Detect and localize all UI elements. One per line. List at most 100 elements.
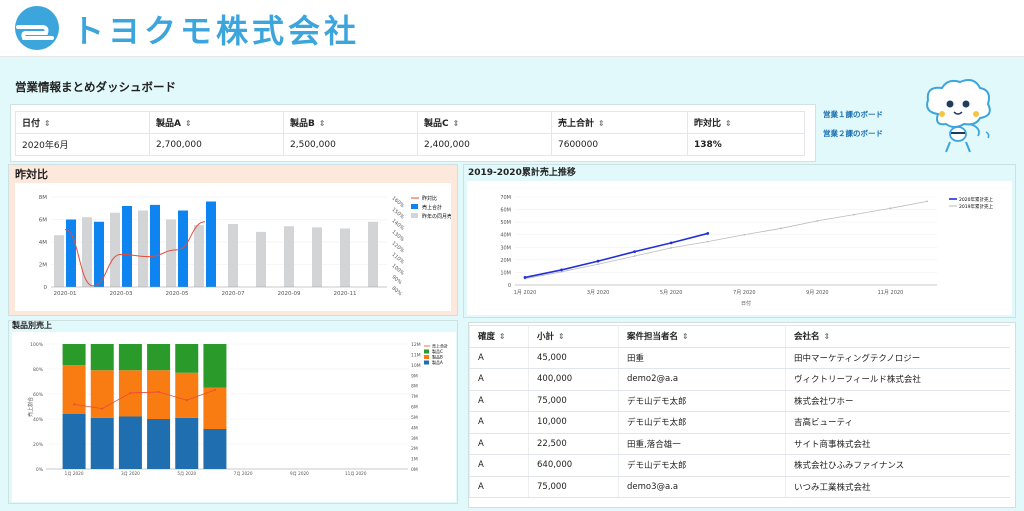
- y-tick-label: 80%: [33, 367, 44, 373]
- kpi-column-header[interactable]: 製品C ⇕: [417, 111, 552, 134]
- y-tick-label: 20%: [33, 442, 44, 448]
- bar-sales-total: [94, 221, 104, 287]
- bar-product-c: [90, 344, 114, 371]
- table-row[interactable]: A 400,000 demo2@a.a ヴィクトリーフィールド株式会社: [469, 368, 1010, 391]
- table-row[interactable]: A 22,500 田重,落合雄一 サイト商事株式会社: [469, 433, 1010, 455]
- product-chart: 0% 20% 40% 60% 80% 100% 0M 1M 2M 3M 4M 5M 6M 7M 8M 9M 10…: [27, 342, 448, 477]
- sort-icon: ⇕: [725, 119, 732, 128]
- point-2019: [633, 255, 636, 257]
- x-tick-label: 2020-11: [334, 291, 357, 297]
- legend-swatch-sales: [411, 204, 418, 209]
- point-2019: [597, 263, 599, 266]
- deals-column-header[interactable]: 確度 ⇕: [469, 325, 529, 348]
- sort-icon: ⇕: [558, 332, 565, 342]
- deals-column-header[interactable]: 会社名 ⇕: [785, 325, 1010, 348]
- y-tick-label: 30M: [500, 245, 511, 251]
- kpi-header-row: 日付 ⇕ 製品A ⇕ 製品B ⇕ 製品C ⇕ 売上合計 ⇕ 昨対比 ⇕: [15, 111, 805, 134]
- kpi-cell: 7600000: [551, 133, 688, 156]
- bar-product-c: [203, 344, 227, 388]
- legend-label: 製品B: [432, 354, 443, 360]
- bar-product-b: [175, 372, 199, 418]
- point-2019: [853, 213, 855, 216]
- y2-tick-label: 6M: [411, 405, 418, 411]
- sort-icon: ⇕: [184, 119, 192, 128]
- point-2019: [670, 247, 673, 249]
- mascot-icon: [926, 79, 991, 153]
- point-total: [101, 407, 104, 410]
- bar-prev-year: [54, 235, 64, 287]
- cumulative-chart: 0 10M 20M 30M 40M 50M 60M 70M 1月 2020 3月 2020 5月 2…: [500, 195, 993, 307]
- y2-tick-label: 10M: [411, 363, 421, 369]
- table-cell: 田中マーケティングテクノロジー: [785, 347, 1010, 369]
- table-cell: 400,000: [528, 368, 619, 391]
- bar-prev-year: [228, 224, 238, 287]
- y2-tick-label: 8M: [411, 384, 418, 390]
- table-cell: デモ山デモ太郎: [618, 390, 786, 412]
- bar-product-c: [118, 344, 142, 371]
- kpi-column-header[interactable]: 製品A ⇕: [149, 111, 284, 134]
- table-row[interactable]: A 45,000 田重 田中マーケティングテクノロジー: [469, 347, 1010, 369]
- y2-tick-label: 4M: [411, 425, 418, 431]
- deals-header-row: 確度 ⇕ 小計 ⇕ 案件担当者名 ⇕ 会社名 ⇕: [469, 325, 1010, 348]
- legend-label: 製品C: [432, 348, 443, 354]
- cumulative-panel: 0 10M 20M 30M 40M 50M 60M 70M 1月 2020 3月 2020 5月 2…: [463, 164, 1016, 318]
- page: { "header": {"company_name": "トヨクモ株式会社",…: [0, 0, 1024, 511]
- yoy-chart-area: 0 2M 4M 6M 8M 80% 90% 100% 110% 120% 130% 140% 150% 1…: [15, 183, 457, 311]
- x-tick-label: 3月 2020: [587, 290, 610, 296]
- y-tick-label: 60%: [33, 392, 44, 398]
- sort-icon: ⇕: [598, 119, 605, 128]
- table-row[interactable]: A 75,000 デモ山デモ太郎 株式会社ワホー: [469, 390, 1010, 412]
- legend-label: 製品A: [432, 359, 443, 365]
- x-tick-label: 2020-09: [278, 291, 301, 297]
- kpi-column-header[interactable]: 昨対比 ⇕: [687, 111, 805, 134]
- company-name: トヨクモ株式会社: [72, 12, 361, 50]
- bar-product-b: [203, 387, 227, 429]
- table-cell: demo2@a.a: [618, 368, 786, 391]
- x-tick-label: 11月 2020: [878, 290, 904, 296]
- yoy-panel: 0 2M 4M 6M 8M 80% 90% 100% 110% 120% 130% 140% 150% 1…: [8, 164, 458, 316]
- table-cell: デモ山デモ太郎: [618, 454, 786, 477]
- company-logo-icon: [15, 6, 59, 50]
- board-link-sales1[interactable]: 営業１課のボード: [823, 109, 883, 120]
- y-tick-label: 40%: [33, 417, 44, 423]
- product-panel: 0% 20% 40% 60% 80% 100% 0M 1M 2M 3M 4M 5M 6M 7M 8M 9M 10…: [8, 320, 458, 504]
- deals-column-header[interactable]: 小計 ⇕: [528, 325, 619, 348]
- point-total: [213, 388, 216, 391]
- point-2020: [669, 241, 673, 245]
- y2-tick-label: 0M: [411, 467, 418, 473]
- deals-column-header[interactable]: 案件担当者名 ⇕: [618, 325, 786, 348]
- bar-prev-year: [368, 221, 378, 287]
- x-tick-label: 2020-07: [222, 291, 245, 297]
- legend-swatch: [424, 360, 429, 365]
- y-tick-label: 70M: [500, 195, 511, 201]
- table-row[interactable]: A 640,000 デモ山デモ太郎 株式会社ひふみファイナンス: [469, 454, 1010, 477]
- legend-swatch: [424, 349, 429, 354]
- table-cell: 640,000: [528, 454, 619, 477]
- kpi-column-header[interactable]: 製品B ⇕: [283, 111, 418, 134]
- y2-tick-label: 80%: [390, 285, 403, 297]
- sort-icon: ⇕: [44, 119, 51, 128]
- kpi-table: 日付 ⇕ 製品A ⇕ 製品B ⇕ 製品C ⇕ 売上合計 ⇕ 昨対比 ⇕ 2020年6月 2,…: [15, 111, 805, 156]
- y-tick-label: 0: [508, 283, 511, 289]
- table-cell: A: [469, 390, 529, 412]
- y2-tick-label: 12M: [411, 342, 421, 348]
- kpi-row: 2020年6月 2,700,000 2,500,000 2,400,000 76…: [15, 133, 805, 156]
- table-cell: 株式会社ワホー: [785, 390, 1010, 412]
- x-tick-label: 5月 2020: [177, 471, 196, 477]
- point-2020: [560, 268, 563, 272]
- board-link-sales2[interactable]: 営業２課のボード: [823, 128, 883, 139]
- table-cell: デモ山デモ太郎: [618, 411, 786, 434]
- kpi-column-header[interactable]: 売上合計 ⇕: [551, 111, 688, 134]
- product-chart-area: 0% 20% 40% 60% 80% 100% 0M 1M 2M 3M 4M 5M 6M 7M 8M 9M 10…: [12, 332, 456, 502]
- y2-tick-label: 9M: [411, 373, 418, 379]
- bar-sales-total: [150, 204, 160, 287]
- legend-label: 2019年累計売上: [959, 203, 993, 210]
- kpi-column-header[interactable]: 日付 ⇕: [15, 111, 150, 134]
- table-row[interactable]: A 75,000 demo3@a.a いつみ工業株式会社: [469, 476, 1010, 498]
- bar-sales-total: [206, 201, 216, 287]
- y-tick-label: 50M: [500, 220, 511, 226]
- kpi-cell: 2020年6月: [15, 133, 150, 156]
- table-row[interactable]: A 10,000 デモ山デモ太郎 吉高ビューティ: [469, 411, 1010, 434]
- bar-product-a: [175, 417, 199, 469]
- bar-product-c: [62, 344, 86, 366]
